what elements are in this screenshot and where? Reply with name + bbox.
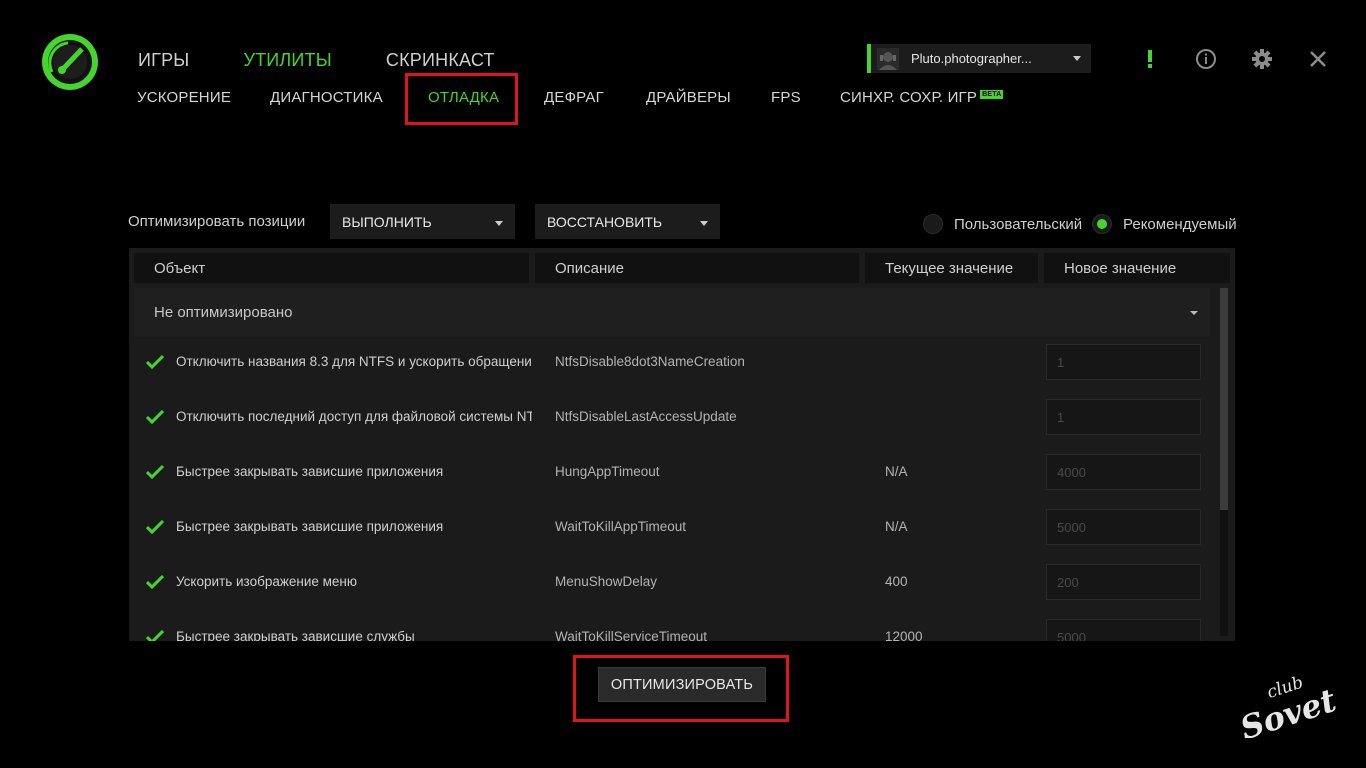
razer-gauge-logo-icon [38,32,102,92]
optimize-positions-label: Оптимизировать позиции [128,213,306,230]
check-icon[interactable] [146,575,164,589]
table-row[interactable]: Отключить названия 8.3 для NTFS и ускори… [129,337,1219,392]
row-new-value-input[interactable] [1046,344,1201,380]
table-row[interactable]: Быстрее закрывать зависшие службы WaitTo… [129,612,1219,641]
main-nav: ИГРЫ УТИЛИТЫ СКРИНКАСТ [138,50,549,71]
row-object: Быстрее закрывать зависшие службы [176,629,415,641]
row-object: Отключить последний доступ для файловой … [176,409,532,424]
row-object: Ускорить изображение меню [176,574,358,589]
avatar [877,47,899,70]
nav-games[interactable]: ИГРЫ [138,50,189,71]
row-new-value-input[interactable] [1046,509,1201,545]
group-not-optimized[interactable]: Не оптимизировано [134,288,1210,337]
beta-badge: BETA [980,90,1004,99]
row-new-value-input[interactable] [1046,619,1201,641]
radio-recommended-label: Рекомендуемый [1123,215,1237,233]
user-name: Pluto.photographer... [911,51,1032,66]
column-header-object[interactable]: Объект [134,253,529,283]
scrollbar-thumb[interactable] [1220,288,1228,510]
chevron-down-icon [700,221,708,226]
row-current-value: N/A [885,519,908,534]
row-object: Отключить названия 8.3 для NTFS и ускори… [176,354,532,369]
nav-screencast[interactable]: СКРИНКАСТ [386,50,495,71]
restore-dropdown-label: ВОССТАНОВИТЬ [547,213,663,230]
tab-diagnostics[interactable]: ДИАГНОСТИКА [270,89,383,106]
check-icon[interactable] [146,410,164,424]
row-description: HungAppTimeout [555,464,660,479]
radio-recommended[interactable]: Рекомендуемый [1092,214,1237,234]
check-icon[interactable] [146,630,164,641]
tab-defrag[interactable]: ДЕФРАГ [544,89,604,106]
check-icon[interactable] [146,355,164,369]
row-description: NtfsDisable8dot3NameCreation [555,354,745,369]
nav-utilities[interactable]: УТИЛИТЫ [243,50,331,71]
column-header-new[interactable]: Новое значение [1044,253,1230,283]
tab-boost[interactable]: УСКОРЕНИЕ [137,89,231,106]
row-object: Быстрее закрывать зависшие приложения [176,464,444,479]
restore-dropdown[interactable]: ВОССТАНОВИТЬ [535,204,720,239]
tab-drivers[interactable]: ДРАЙВЕРЫ [646,89,731,106]
row-description: NtfsDisableLastAccessUpdate [555,409,737,424]
run-dropdown[interactable]: ВЫПОЛНИТЬ [330,204,515,239]
info-icon[interactable] [1193,46,1219,72]
tab-game-save-sync-label: СИНХР. СОХР. ИГР [840,89,978,106]
alert-icon[interactable] [1137,46,1163,72]
table-row[interactable]: Быстрее закрывать зависшие приложения Wa… [129,502,1219,557]
chevron-down-icon [1073,56,1081,61]
close-icon[interactable] [1305,46,1331,72]
row-current-value: N/A [885,464,908,479]
table-scrollbar[interactable] [1220,288,1228,636]
radio-recommended-button[interactable] [1092,214,1112,234]
row-description: WaitToKillAppTimeout [555,519,687,534]
row-current-value: 400 [885,574,908,589]
row-current-value: 12000 [885,629,923,641]
column-header-description[interactable]: Описание [535,253,859,283]
radio-custom[interactable]: Пользовательский [923,214,1082,234]
highlight-box-debug-tab [405,73,518,125]
chevron-down-icon [495,221,503,226]
check-icon[interactable] [146,465,164,479]
run-dropdown-label: ВЫПОЛНИТЬ [342,213,432,230]
tab-game-save-sync[interactable]: СИНХР. СОХР. ИГР BETA [840,89,1004,106]
row-new-value-input[interactable] [1046,399,1201,435]
table-row[interactable]: Быстрее закрывать зависшие приложения Hu… [129,447,1219,502]
table-header: Объект Описание Текущее значение Новое з… [129,248,1235,288]
column-header-current[interactable]: Текущее значение [865,253,1038,283]
row-new-value-input[interactable] [1046,454,1201,490]
row-object: Быстрее закрывать зависшие приложения [176,519,444,534]
group-label: Не оптимизировано [154,304,293,321]
radio-custom-label: Пользовательский [954,215,1083,233]
table-row[interactable]: Отключить последний доступ для файловой … [129,392,1219,447]
row-description: MenuShowDelay [555,574,658,589]
club-sovet-watermark: club Sovet [1232,672,1341,748]
check-icon[interactable] [146,520,164,534]
chevron-down-icon [1190,311,1198,315]
row-new-value-input[interactable] [1046,564,1201,600]
radio-custom-button[interactable] [923,214,943,234]
user-account-dropdown[interactable]: Pluto.photographer... [867,44,1091,73]
row-description: WaitToKillServiceTimeout [555,629,708,641]
gear-icon[interactable] [1249,46,1275,72]
tweaks-table: Объект Описание Текущее значение Новое з… [129,248,1235,641]
highlight-box-optimize-button [573,655,789,722]
tab-fps[interactable]: FPS [771,89,801,106]
table-row[interactable]: Ускорить изображение меню MenuShowDelay … [129,557,1219,612]
